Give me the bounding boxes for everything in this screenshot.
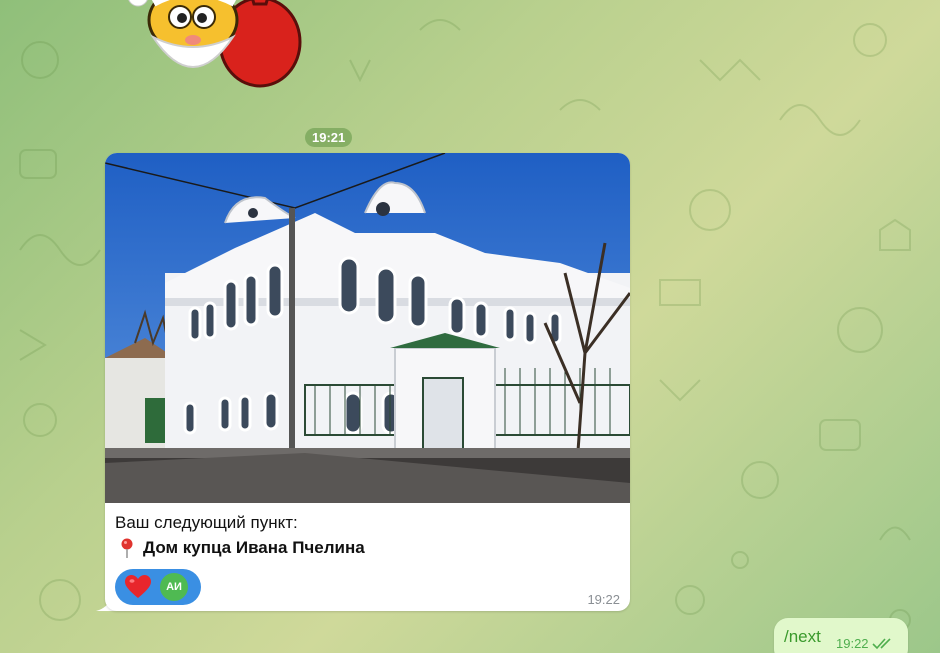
chat-background: 19:21 Ваш следующий пункт: Дом купца Ива… [0,0,940,653]
double-check-icon [872,638,891,650]
reactor-avatar: АИ [158,571,190,603]
outgoing-message-time: 19:22 [836,636,869,651]
time-divider: 19:21 [305,128,353,147]
incoming-message[interactable]: Ваш следующий пункт: Дом купца Ивана Пче… [105,153,630,611]
message-photo[interactable] [105,153,630,503]
santa-sticker-icon[interactable] [118,0,318,94]
outgoing-message[interactable]: /next 19:22 [774,618,908,653]
red-heart-icon [125,575,151,598]
heart-reaction-chip[interactable]: АИ [115,569,201,605]
caption-place-name: Дом купца Ивана Пчелина [119,538,365,558]
place-name-text: Дом купца Ивана Пчелина [143,538,365,557]
caption-intro-text: Ваш следующий пункт: [115,513,298,532]
outgoing-message-text: /next [784,627,821,646]
message-time: 19:22 [587,592,620,607]
round-pushpin-icon [121,538,133,558]
